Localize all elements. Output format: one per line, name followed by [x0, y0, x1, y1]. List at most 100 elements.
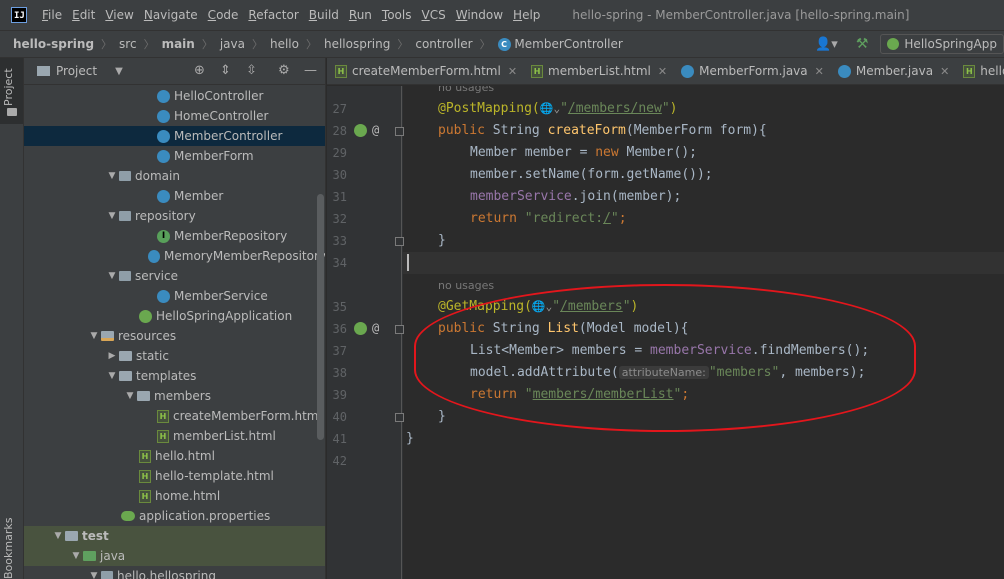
- globe-icon[interactable]: 🌐⌄: [532, 300, 552, 313]
- chevron-down-icon[interactable]: ▼: [69, 551, 83, 561]
- tree-item[interactable]: HelloSpringApplication: [24, 306, 325, 326]
- gear-icon[interactable]: ⚙: [278, 63, 290, 78]
- project-panel-title[interactable]: Project: [56, 64, 97, 78]
- chevron-down-icon[interactable]: ▼: [115, 66, 123, 77]
- tree-item[interactable]: ▶ static: [24, 346, 325, 366]
- tree-item[interactable]: HcreateMemberForm.html: [24, 406, 325, 426]
- url-token[interactable]: /members: [560, 299, 623, 314]
- tree-item[interactable]: ▼ repository: [24, 206, 325, 226]
- spring-mapping-icon[interactable]: [354, 124, 367, 137]
- menu-view[interactable]: View: [105, 8, 133, 22]
- menu-window[interactable]: Window: [456, 8, 503, 22]
- menu-file[interactable]: File: [42, 8, 62, 22]
- fold-icon[interactable]: [395, 325, 404, 334]
- breadcrumb-project[interactable]: hello-spring: [13, 37, 94, 51]
- breadcrumb-hello[interactable]: hello: [270, 37, 299, 51]
- menu-refactor[interactable]: Refactor: [248, 8, 298, 22]
- menu-help[interactable]: Help: [513, 8, 540, 22]
- code-token: }: [406, 431, 414, 446]
- class-icon: [157, 189, 170, 203]
- editor-tab[interactable]: Hhello.html✕: [955, 58, 1004, 84]
- tree-item[interactable]: ▼ test: [24, 526, 325, 546]
- minimize-icon[interactable]: —: [304, 63, 317, 78]
- editor-tab[interactable]: MemberForm.java ✕: [673, 58, 830, 84]
- run-config-selector[interactable]: HelloSpringApp: [880, 34, 1004, 54]
- close-icon[interactable]: ✕: [508, 65, 517, 78]
- line-number: 34: [332, 256, 347, 270]
- globe-icon[interactable]: 🌐⌄: [540, 102, 560, 115]
- editor-tab[interactable]: Member.java ✕: [830, 58, 955, 84]
- html-file-icon: H: [139, 489, 151, 503]
- chevron-down-icon[interactable]: ▼: [123, 391, 137, 401]
- bookmarks-tool-label[interactable]: Bookmarks: [2, 518, 15, 579]
- usage-hint[interactable]: no usages: [438, 279, 494, 292]
- at-annotation-icon[interactable]: @: [372, 322, 385, 335]
- tree-item[interactable]: I MemberRepository: [24, 226, 325, 246]
- close-icon[interactable]: ✕: [940, 65, 949, 78]
- chevron-down-icon[interactable]: ▼: [105, 211, 119, 221]
- menu-tools[interactable]: Tools: [382, 8, 412, 22]
- scrollbar[interactable]: [317, 194, 324, 440]
- tree-item[interactable]: ▼ domain: [24, 166, 325, 186]
- tree-item[interactable]: HelloController: [24, 86, 325, 106]
- tree-item[interactable]: MemberController: [24, 126, 325, 146]
- menu-edit[interactable]: Edit: [72, 8, 95, 22]
- url-token[interactable]: members/memberList: [533, 387, 674, 402]
- project-tool-button[interactable]: Project: [0, 58, 23, 124]
- chevron-down-icon[interactable]: ▼: [51, 531, 65, 541]
- tree-item[interactable]: Member: [24, 186, 325, 206]
- tree-item[interactable]: ▼ members: [24, 386, 325, 406]
- tree-item[interactable]: application.properties: [24, 506, 325, 526]
- code-line-40: }: [438, 409, 446, 424]
- build-hammer-icon[interactable]: ⚒: [856, 36, 869, 52]
- fold-icon[interactable]: [395, 413, 404, 422]
- close-icon[interactable]: ✕: [815, 65, 824, 78]
- editor-tab[interactable]: HmemberList.html ✕: [523, 58, 673, 84]
- breadcrumb-membercontroller[interactable]: MemberController: [514, 37, 622, 51]
- close-icon[interactable]: ✕: [658, 65, 667, 78]
- expand-all-icon[interactable]: ⇕: [220, 63, 231, 78]
- tree-item[interactable]: Hhome.html: [24, 486, 325, 506]
- menu-build[interactable]: Build: [309, 8, 339, 22]
- tree-item[interactable]: MemoryMemberRepository: [24, 246, 325, 266]
- url-token[interactable]: /: [603, 211, 611, 226]
- menu-code[interactable]: Code: [208, 8, 239, 22]
- breadcrumb-hellospring[interactable]: hellospring: [324, 37, 390, 51]
- locate-target-icon[interactable]: ⊕: [194, 63, 205, 78]
- tree-item[interactable]: HmemberList.html: [24, 426, 325, 446]
- breadcrumb-src[interactable]: src: [119, 37, 137, 51]
- tree-item[interactable]: HomeController: [24, 106, 325, 126]
- tree-item[interactable]: ▼ resources: [24, 326, 325, 346]
- chevron-right-icon[interactable]: ▶: [105, 351, 119, 361]
- user-icon[interactable]: 👤▾: [815, 37, 838, 52]
- tree-item[interactable]: Hhello.html: [24, 446, 325, 466]
- tree-item[interactable]: MemberService: [24, 286, 325, 306]
- tree-item[interactable]: ▼ java: [24, 546, 325, 566]
- menu-navigate[interactable]: Navigate: [144, 8, 198, 22]
- tree-item[interactable]: ▼ templates: [24, 366, 325, 386]
- tree-item[interactable]: ▼ hello.hellospring: [24, 566, 325, 579]
- chevron-down-icon[interactable]: ▼: [87, 571, 101, 579]
- tree-item[interactable]: ▼ service: [24, 266, 325, 286]
- editor-tab[interactable]: HcreateMemberForm.html ✕: [327, 58, 523, 84]
- chevron-down-icon[interactable]: ▼: [87, 331, 101, 341]
- spring-mapping-icon[interactable]: [354, 322, 367, 335]
- code-editor[interactable]: 27 28 29 30 31 32 33 34 35 36 37 38 39 4…: [327, 86, 1004, 579]
- menu-vcs[interactable]: VCS: [422, 8, 446, 22]
- chevron-down-icon[interactable]: ▼: [105, 271, 119, 281]
- fold-icon[interactable]: [395, 127, 404, 136]
- string-token: ": [610, 211, 619, 226]
- breadcrumb-main[interactable]: main: [162, 37, 195, 51]
- chevron-down-icon[interactable]: ▼: [105, 171, 119, 181]
- menu-run[interactable]: Run: [349, 8, 372, 22]
- breadcrumb-controller[interactable]: controller: [415, 37, 472, 51]
- url-token[interactable]: /members/new: [568, 101, 662, 116]
- chevron-down-icon[interactable]: ▼: [105, 371, 119, 381]
- tree-item[interactable]: MemberForm: [24, 146, 325, 166]
- breadcrumb-java[interactable]: java: [220, 37, 245, 51]
- usage-hint[interactable]: no usages: [438, 86, 494, 94]
- collapse-all-icon[interactable]: ⇳: [246, 63, 257, 78]
- tree-item[interactable]: Hhello-template.html: [24, 466, 325, 486]
- at-annotation-icon[interactable]: @: [372, 124, 385, 137]
- fold-icon[interactable]: [395, 237, 404, 246]
